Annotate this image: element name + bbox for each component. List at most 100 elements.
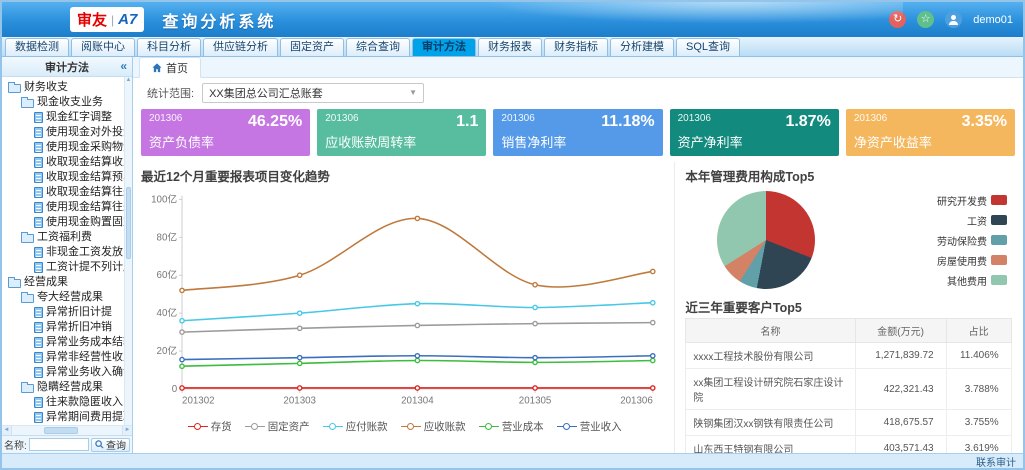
tree-item[interactable]: 收取现金结算收入 (4, 155, 124, 170)
module-tab-SQL查询[interactable]: SQL查询 (676, 38, 740, 56)
module-tab-数据检测[interactable]: 数据检测 (5, 38, 69, 56)
legend-label: 存货 (211, 419, 232, 434)
customer-table-title: 近三年重要客户Top5 (685, 297, 1015, 316)
tree-item[interactable]: 异常业务成本结转 (4, 335, 124, 350)
document-icon (34, 262, 43, 273)
star-icon[interactable]: ☆ (917, 11, 934, 28)
tree-item[interactable]: 收取现金结算往来款 (4, 185, 124, 200)
kpi-card: 2013061.87%资产净利率 (670, 109, 839, 156)
tree-item[interactable]: 现金收支业务 (4, 95, 124, 110)
horizontal-scroll-thumb[interactable] (44, 427, 78, 434)
vertical-scroll-thumb[interactable] (126, 187, 131, 259)
pie-legend-swatch-icon (991, 215, 1007, 225)
tree-vertical-scrollbar[interactable]: ▲ (124, 77, 132, 425)
trend-chart-panel: 最近12个月重要报表项目变化趋势 020亿40亿60亿80亿100亿201302… (141, 162, 668, 453)
tree-item[interactable]: 财务收支 (4, 80, 124, 95)
refresh-icon[interactable]: ↻ (889, 11, 906, 28)
module-tab-供应链分析[interactable]: 供应链分析 (203, 38, 278, 56)
tab-home[interactable]: 首页 (139, 57, 201, 78)
status-bar: 联系审计 (2, 453, 1023, 468)
legend-label: 固定资产 (268, 419, 310, 434)
tree-item[interactable]: 隐瞒经营成果 (4, 380, 124, 395)
legend-marker-icon (188, 422, 208, 432)
app-window: 审友 | A7 查询分析系统 ↻ ☆ demo01 数据检测阅账中心科目分析供应… (0, 0, 1025, 470)
contact-audit-link[interactable]: 联系审计 (976, 454, 1016, 469)
legend-marker-icon (401, 422, 421, 432)
module-tab-分析建模[interactable]: 分析建模 (610, 38, 674, 56)
legend-item-营业收入[interactable]: 营业收入 (557, 419, 622, 434)
user-icon[interactable] (945, 11, 962, 28)
document-icon (34, 412, 43, 423)
pie-legend-item-房屋使用费[interactable]: 房屋使用费 (937, 253, 1007, 268)
tree-item[interactable]: 异常折旧冲销 (4, 320, 124, 335)
legend-marker-icon (245, 422, 265, 432)
tree-item[interactable]: 往来款隐匿收入 (4, 395, 124, 410)
tree-item[interactable]: 使用现金对外投资 (4, 125, 124, 140)
legend-item-营业成本[interactable]: 营业成本 (479, 419, 544, 434)
pie-legend-item-工资[interactable]: 工资 (937, 213, 1007, 228)
pie-legend-item-劳动保险费[interactable]: 劳动保险费 (937, 233, 1007, 248)
tree-item[interactable]: 经营成果 (4, 275, 124, 290)
search-icon (95, 440, 104, 449)
tree-item-label: 异常期间费用提取 (46, 410, 124, 425)
legend-label: 营业成本 (502, 419, 544, 434)
legend-item-固定资产[interactable]: 固定资产 (245, 419, 310, 434)
kpi-value: 1.87% (785, 113, 830, 131)
pie-legend-label: 研究开发费 (937, 193, 987, 208)
tree-item-label: 使用现金对外投资 (46, 125, 124, 140)
pie-legend-label: 其他费用 (947, 273, 987, 288)
tree-item[interactable]: 夸大经营成果 (4, 290, 124, 305)
username: demo01 (973, 14, 1013, 26)
module-tab-阅账中心[interactable]: 阅账中心 (71, 38, 135, 56)
kpi-value: 3.35% (962, 113, 1007, 131)
tree-item[interactable]: 非现金工资发放 (4, 245, 124, 260)
tree-item-label: 隐瞒经营成果 (37, 380, 103, 395)
module-tab-科目分析[interactable]: 科目分析 (137, 38, 201, 56)
legend-item-应收账款[interactable]: 应收账款 (401, 419, 466, 434)
legend-item-存货[interactable]: 存货 (188, 419, 232, 434)
tree-item[interactable]: 工资计提不列计成本费用 (4, 260, 124, 275)
module-tab-审计方法[interactable]: 审计方法 (412, 38, 476, 56)
tree-item[interactable]: 异常期间费用提取 (4, 410, 124, 425)
tree-search-button[interactable]: 查询 (91, 438, 130, 452)
chevron-down-icon: ▼ (409, 88, 417, 97)
legend-marker-icon (479, 422, 499, 432)
tree-item[interactable]: 异常业务收入确认 (4, 365, 124, 380)
tree-item[interactable]: 使用现金结算往来款 (4, 200, 124, 215)
module-tab-财务报表[interactable]: 财务报表 (478, 38, 542, 56)
collapse-sidebar-icon[interactable]: « (120, 59, 127, 73)
scope-select[interactable]: XX集团总公司汇总账套 ▼ (202, 83, 424, 103)
kpi-value: 11.18% (601, 113, 654, 131)
document-icon (34, 172, 43, 183)
tree-item-label: 非现金工资发放 (46, 245, 123, 260)
customer-amount: 403,571.43 (855, 436, 946, 454)
scroll-left-icon[interactable]: ◄ (2, 426, 12, 435)
document-icon (34, 322, 43, 333)
name-search-input[interactable] (29, 438, 89, 451)
module-tab-综合查询[interactable]: 综合查询 (346, 38, 410, 56)
sidebar-header: 审计方法 « (2, 57, 132, 77)
sidebar-footer: 名称: 查询 (2, 435, 132, 453)
document-icon (34, 352, 43, 363)
tree-item[interactable]: 使用现金购置固定资产 (4, 215, 124, 230)
tree-item[interactable]: 使用现金采购物资 (4, 140, 124, 155)
customer-share: 3.788% (946, 369, 1011, 410)
module-tab-固定资产[interactable]: 固定资产 (280, 38, 344, 56)
tree-item[interactable]: 收取现金结算预收款 (4, 170, 124, 185)
tree-item[interactable]: 工资福利费 (4, 230, 124, 245)
table-row: xxxx工程技术股份有限公司1,271,839.7211.406% (686, 343, 1011, 369)
pie-legend-item-研究开发费[interactable]: 研究开发费 (937, 193, 1007, 208)
tree-item-label: 使用现金采购物资 (46, 140, 124, 155)
tree-item[interactable]: 异常非经营性收入 (4, 350, 124, 365)
module-tab-财务指标[interactable]: 财务指标 (544, 38, 608, 56)
filter-row: 统计范围: XX集团总公司汇总账套 ▼ (133, 78, 1023, 107)
scroll-right-icon[interactable]: ► (122, 426, 132, 435)
legend-label: 应付账款 (346, 419, 388, 434)
legend-item-应付账款[interactable]: 应付账款 (323, 419, 388, 434)
kpi-card: 2013061.1应收账款周转率 (317, 109, 486, 156)
tree-horizontal-scrollbar[interactable]: ◄ ► (2, 425, 132, 435)
pie-legend-item-其他费用[interactable]: 其他费用 (937, 273, 1007, 288)
tree-item[interactable]: 异常折旧计提 (4, 305, 124, 320)
tree-item[interactable]: 现金红字调整 (4, 110, 124, 125)
document-icon (34, 337, 43, 348)
